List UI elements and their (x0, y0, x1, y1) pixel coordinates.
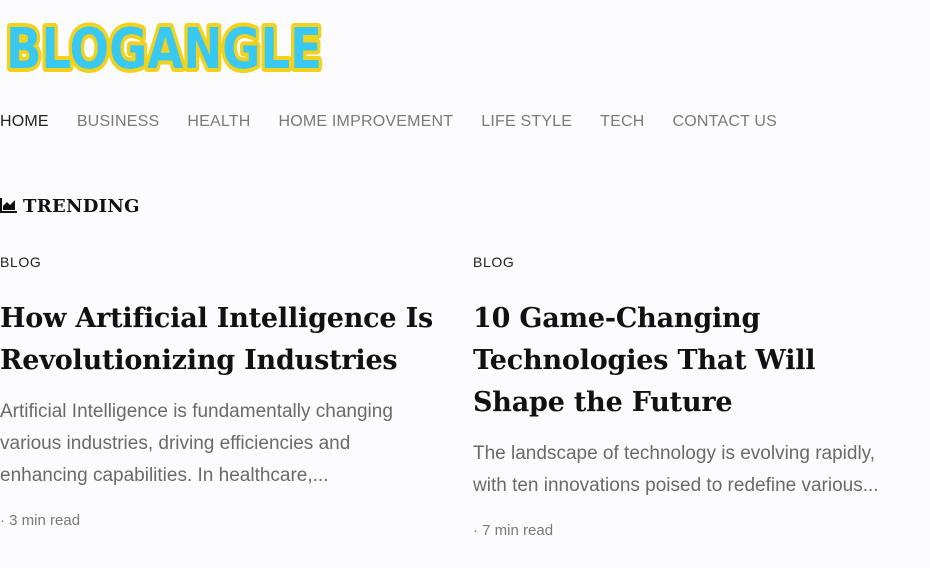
post-category[interactable]: BLOG (0, 252, 440, 272)
post-read-time: · 3 min read (0, 512, 81, 529)
nav-item-contact-us[interactable]: CONTACT US (673, 113, 778, 131)
post-title[interactable]: 10 Game-Changing Technologies That Will … (473, 298, 913, 424)
nav-item-business[interactable]: BUSINESS (77, 113, 160, 131)
nav-item-health[interactable]: HEALTH (187, 113, 250, 131)
trending-label: TRENDING (23, 196, 140, 217)
nav-item-home-improvement[interactable]: HOME IMPROVEMENT (278, 113, 453, 131)
post-read-time: · 7 min read (473, 522, 554, 539)
post-title[interactable]: How Artificial Intelligence Is Revolutio… (0, 298, 440, 382)
post-excerpt: Artificial Intelligence is fundamentally… (0, 401, 393, 486)
site-logo[interactable]: BLOGANGLE (0, 12, 330, 80)
post-card: BLOG How Artificial Intelligence Is Revo… (0, 252, 440, 529)
main-nav: HOME BUSINESS HEALTH HOME IMPROVEMENT LI… (0, 110, 805, 134)
post-category[interactable]: BLOG (473, 252, 913, 272)
area-chart-icon (0, 197, 18, 217)
post-excerpt: The landscape of technology is evolving … (473, 443, 879, 496)
nav-item-life-style[interactable]: LIFE STYLE (481, 113, 572, 131)
trending-header: TRENDING (0, 196, 140, 217)
nav-item-home[interactable]: HOME (0, 113, 49, 131)
post-card: BLOG 10 Game-Changing Technologies That … (473, 252, 913, 539)
logo-text: BLOGANGLE (6, 17, 322, 80)
nav-item-tech[interactable]: TECH (600, 113, 644, 131)
